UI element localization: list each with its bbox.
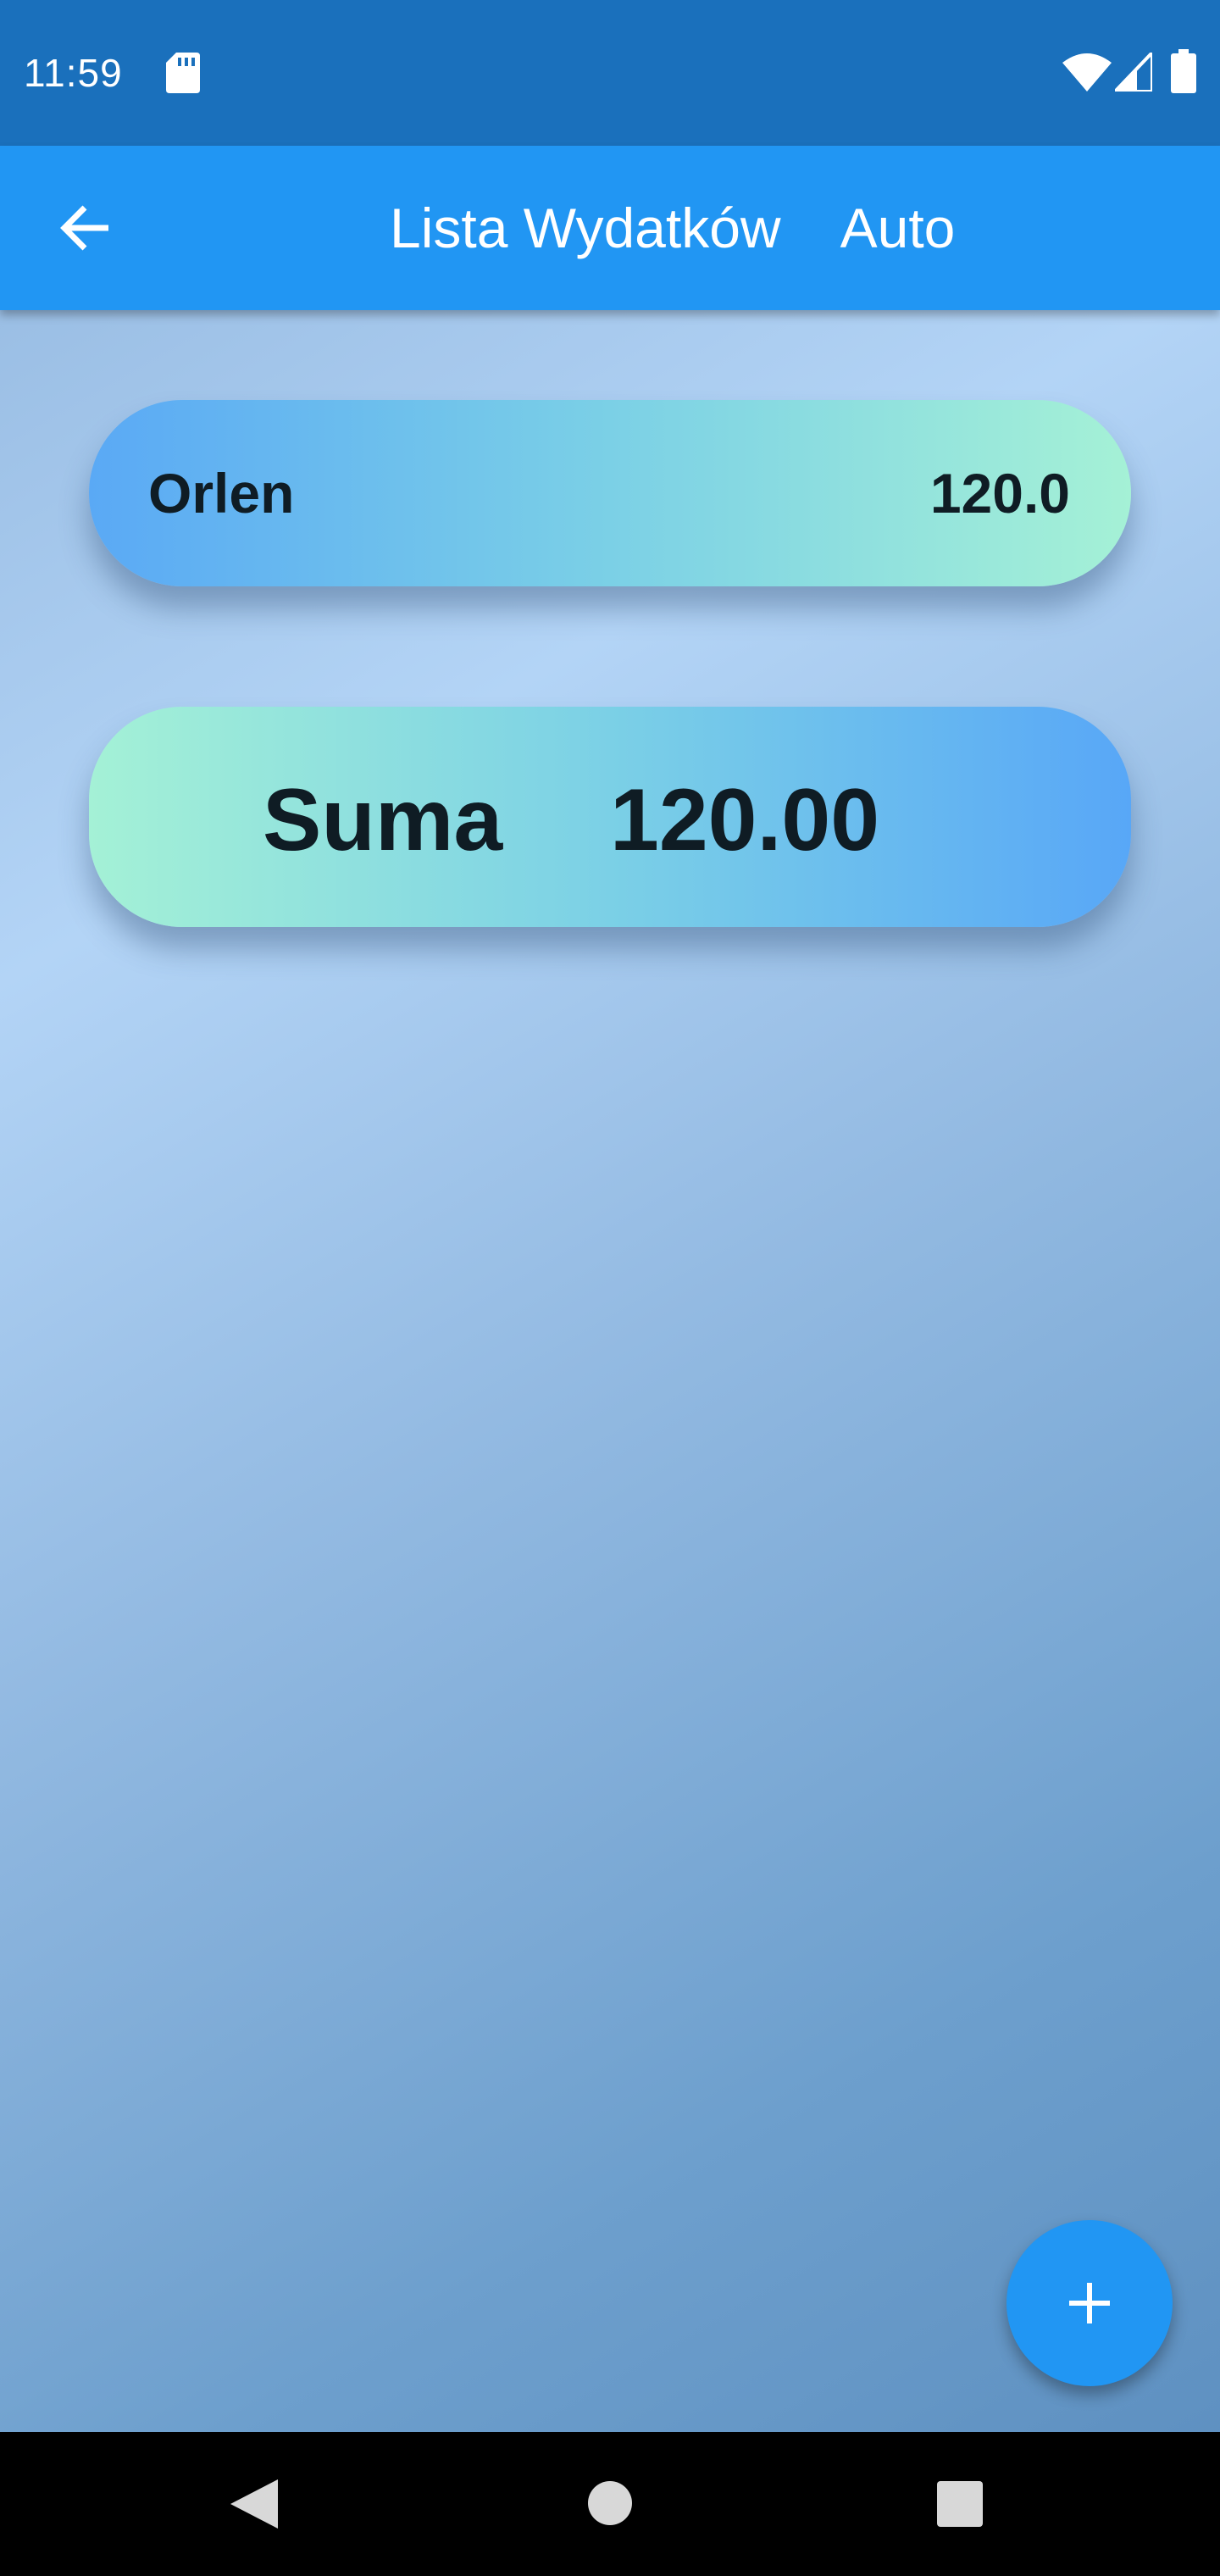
app-bar: Lista Wydatków Auto — [0, 146, 1220, 310]
arrow-back-icon — [60, 205, 108, 251]
sum-value: 120.00 — [610, 771, 880, 869]
page-title: Lista Wydatków Auto — [390, 192, 955, 264]
expense-list-screen: 11:59 Lista Wydatków Auto Orlen 120.0 Su… — [0, 0, 1220, 2576]
plus-icon — [1069, 2283, 1110, 2323]
sd-card-icon — [166, 53, 200, 93]
expense-amount: 120.0 — [929, 462, 1070, 525]
wifi-icon — [1062, 53, 1112, 92]
back-button[interactable] — [47, 190, 124, 266]
nav-back-icon[interactable] — [230, 2479, 278, 2529]
nav-home-icon[interactable] — [588, 2481, 632, 2525]
cell-signal-icon — [1115, 53, 1152, 92]
category-text: Auto — [840, 197, 956, 259]
expense-name: Orlen — [148, 462, 295, 525]
status-time: 11:59 — [24, 51, 123, 95]
nav-recents-icon[interactable] — [937, 2481, 983, 2527]
battery-icon — [1171, 49, 1196, 93]
add-expense-button[interactable] — [1006, 2220, 1173, 2386]
system-nav-bar — [0, 2432, 1220, 2576]
title-text: Lista Wydatków — [390, 197, 781, 259]
expense-list-item[interactable]: Orlen 120.0 — [89, 400, 1131, 586]
sum-card: Suma 120.00 — [89, 707, 1131, 927]
status-bar: 11:59 — [0, 0, 1220, 146]
sum-label: Suma — [263, 771, 503, 869]
